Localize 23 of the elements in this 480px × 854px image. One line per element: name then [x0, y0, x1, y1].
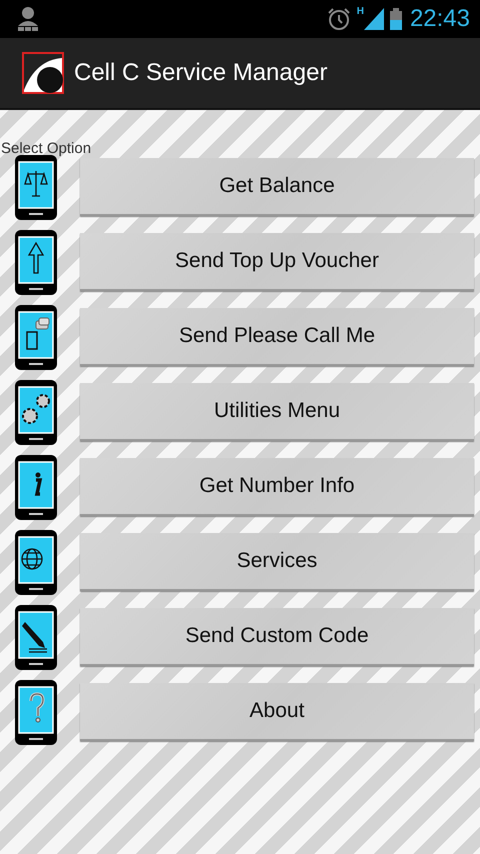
phone-gears-icon[interactable] — [14, 378, 58, 446]
app-logo[interactable] — [22, 52, 64, 94]
app-title: Cell C Service Manager — [74, 59, 328, 87]
option-button[interactable]: Utilities Menu — [80, 383, 474, 441]
option-button[interactable]: Services — [80, 533, 474, 591]
option-button[interactable]: Send Top Up Voucher — [80, 233, 474, 291]
phone-pencil-icon[interactable] — [14, 604, 58, 670]
option-button[interactable]: Get Number Info — [80, 458, 474, 516]
battery-icon — [390, 8, 402, 30]
network-type: H — [356, 6, 364, 17]
section-label: Select Option — [1, 140, 92, 158]
option-button[interactable]: Send Please Call Me — [80, 308, 474, 366]
person-icon — [16, 6, 40, 32]
phone-phone-chat-icon[interactable] — [14, 304, 58, 370]
phone-question-mark-icon[interactable] — [14, 678, 58, 746]
signal-icon — [364, 8, 384, 30]
phone-info-icon[interactable] — [14, 454, 58, 520]
option-button[interactable]: Get Balance — [80, 158, 474, 216]
option-button[interactable]: Send Custom Code — [80, 608, 474, 666]
alarm-icon — [326, 7, 351, 31]
clock-time: 22:43 — [410, 5, 470, 33]
phone-globe-icon[interactable] — [14, 528, 58, 596]
option-button[interactable]: About — [80, 683, 474, 741]
